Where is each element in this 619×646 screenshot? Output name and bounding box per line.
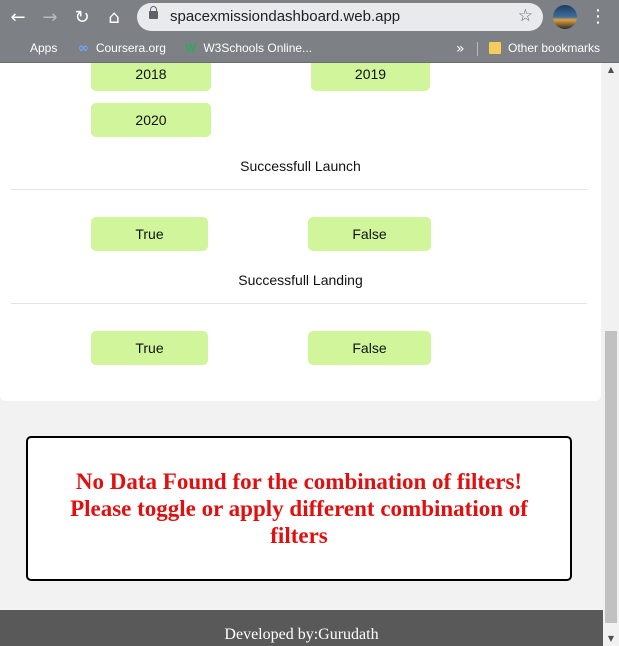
forward-arrow-icon[interactable]: → — [38, 5, 62, 29]
year-button-2018[interactable]: 2018 — [91, 63, 211, 91]
bookmarks-divider — [477, 42, 478, 56]
bookmark-label: Coursera.org — [95, 41, 166, 55]
divider — [11, 189, 587, 190]
star-icon[interactable]: ☆ — [518, 6, 533, 26]
filters-card: 2018 2019 2020 Successfull Launch True F… — [0, 63, 601, 401]
bookmark-label: W3Schools Online... — [203, 41, 313, 55]
year-button-2020[interactable]: 2020 — [91, 103, 211, 137]
lock-icon[interactable] — [149, 6, 158, 19]
bookmark-label: Apps — [30, 41, 58, 55]
bookmarks-overflow-icon[interactable]: » — [456, 41, 465, 57]
landing-true-button[interactable]: True — [91, 331, 208, 365]
coursera-icon: ∞ — [78, 40, 89, 56]
no-data-message: No Data Found for the combination of fil… — [39, 468, 559, 549]
message-line: filters — [270, 523, 328, 548]
scroll-down-icon[interactable]: ▼ — [603, 632, 619, 646]
no-data-message-box: No Data Found for the combination of fil… — [26, 436, 572, 581]
launch-true-button[interactable]: True — [91, 217, 208, 251]
bookmark-coursera[interactable]: ∞ Coursera.org — [78, 38, 166, 58]
bookmark-apps[interactable]: Apps — [10, 38, 57, 58]
address-bar[interactable]: spacexmissiondashboard.web.app ☆ — [137, 3, 543, 31]
scroll-thumb[interactable] — [605, 331, 617, 623]
landing-filter-title: Successfull Landing — [238, 272, 363, 288]
apps-grid-icon — [10, 42, 23, 55]
page-viewport: 2018 2019 2020 Successfull Launch True F… — [0, 63, 603, 646]
browser-toolbar: ← → ↻ ⌂ spacexmissiondashboard.web.app ☆… — [0, 0, 619, 34]
scroll-up-icon[interactable]: ▲ — [603, 63, 619, 77]
back-arrow-icon[interactable]: ← — [6, 5, 30, 29]
launch-false-button[interactable]: False — [308, 217, 431, 251]
avatar[interactable] — [553, 5, 577, 29]
bookmark-other[interactable]: Other bookmarks — [489, 38, 600, 58]
url-text[interactable]: spacexmissiondashboard.web.app — [170, 8, 400, 25]
message-line: No Data Found for the combination of fil… — [75, 469, 523, 494]
divider — [11, 303, 587, 304]
launch-filter-title: Successfull Launch — [240, 158, 361, 174]
message-line: Please toggle or apply different combina… — [70, 496, 528, 521]
bookmarks-bar: Apps ∞ Coursera.org W W3Schools Online..… — [0, 34, 619, 63]
bookmark-label: Other bookmarks — [508, 41, 601, 55]
year-button-2019[interactable]: 2019 — [311, 63, 430, 91]
footer-credit: Developed by:Gurudath — [224, 626, 379, 643]
home-icon[interactable]: ⌂ — [102, 5, 126, 29]
reload-icon[interactable]: ↻ — [70, 5, 94, 29]
folder-icon — [489, 42, 501, 54]
menu-icon[interactable]: ⋮ — [586, 5, 610, 29]
page-scrollbar[interactable]: ▲ ▼ — [603, 63, 619, 646]
w3schools-icon: W — [185, 41, 197, 55]
landing-false-button[interactable]: False — [308, 331, 431, 365]
bookmark-w3schools[interactable]: W W3Schools Online... — [185, 38, 312, 58]
footer: Developed by:Gurudath — [0, 610, 603, 646]
